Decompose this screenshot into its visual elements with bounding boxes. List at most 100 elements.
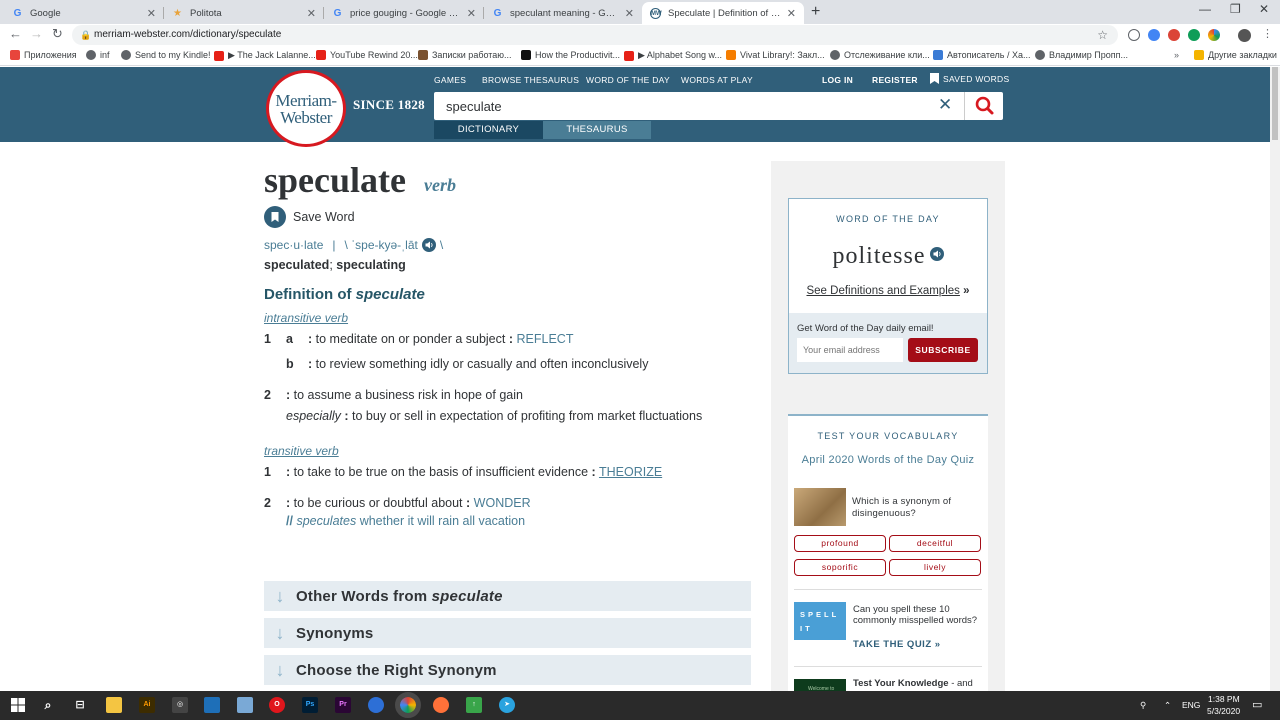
- tab-thesaurus[interactable]: THESAURUS: [543, 121, 651, 139]
- premiere-icon[interactable]: Pr: [335, 697, 351, 713]
- close-tab-icon[interactable]: ✕: [467, 7, 476, 20]
- bookmark-item[interactable]: Отслеживание кли...: [830, 50, 930, 60]
- save-word-button[interactable]: Save Word: [264, 206, 355, 228]
- tray-chevron-icon[interactable]: ⌃: [1164, 700, 1171, 711]
- bookmark-item[interactable]: How the Productivit...: [521, 50, 620, 60]
- page-scrollbar[interactable]: [1270, 67, 1280, 691]
- extension-icon[interactable]: [1148, 29, 1160, 41]
- quiz-option[interactable]: lively: [889, 559, 981, 576]
- bookmark-item[interactable]: Владимир Пропп...: [1035, 50, 1128, 60]
- register-link[interactable]: REGISTER: [872, 75, 918, 85]
- subscribe-button[interactable]: SUBSCRIBE: [908, 338, 978, 362]
- back-icon[interactable]: ←: [9, 26, 22, 41]
- close-tab-icon[interactable]: ✕: [625, 7, 634, 20]
- synonym-link-theorize[interactable]: THEORIZE: [599, 465, 662, 479]
- close-tab-icon[interactable]: ✕: [307, 7, 316, 20]
- extension-icon[interactable]: [1188, 29, 1200, 41]
- notifications-icon[interactable]: ▭: [1252, 698, 1262, 711]
- email-input[interactable]: [797, 338, 903, 362]
- wotd-see-definitions-link[interactable]: See Definitions and Examples »: [789, 285, 987, 297]
- new-tab-button[interactable]: +: [811, 3, 820, 21]
- scrollbar-thumb[interactable]: [1272, 67, 1278, 140]
- torrent-icon[interactable]: ↑: [466, 697, 482, 713]
- nav-browse-thesaurus[interactable]: BROWSE THESAURUS: [482, 75, 579, 85]
- speaker-icon[interactable]: [421, 238, 436, 252]
- chrome-menu-icon[interactable]: ⋮: [1262, 27, 1273, 40]
- bookmark-item[interactable]: Vivat Library!: Закл...: [726, 50, 825, 60]
- language-indicator[interactable]: ENG: [1182, 700, 1200, 710]
- app-icon[interactable]: [204, 697, 220, 713]
- wotd-word[interactable]: politesse: [789, 243, 987, 270]
- accordion-synonyms[interactable]: ↓ Synonyms: [264, 618, 751, 648]
- chrome-icon[interactable]: [395, 692, 421, 718]
- search-input[interactable]: [446, 96, 926, 116]
- intransitive-verb-label[interactable]: intransitive verb: [264, 311, 348, 325]
- bookmark-item[interactable]: Send to my Kindle!: [121, 50, 211, 60]
- camera-app-icon[interactable]: ◎: [172, 697, 188, 713]
- browser-tab-active[interactable]: MW Speculate | Definition of Specula ✕: [642, 2, 804, 24]
- people-icon[interactable]: ⚲: [1140, 700, 1146, 711]
- forward-icon[interactable]: →: [30, 26, 43, 41]
- login-link[interactable]: LOG IN: [822, 75, 853, 85]
- synonym-link-reflect[interactable]: REFLECT: [517, 332, 574, 346]
- extension-icon[interactable]: [1208, 29, 1220, 41]
- nav-word-of-the-day[interactable]: WORD OF THE DAY: [586, 75, 670, 85]
- bookmark-item[interactable]: YouTube Rewind 20...: [316, 50, 418, 60]
- search-icon[interactable]: ⌕: [40, 697, 56, 713]
- clock-time[interactable]: 1:38 PM: [1208, 694, 1240, 704]
- search-button[interactable]: [964, 92, 1003, 120]
- browser-tab[interactable]: ★ Politota ✕: [164, 2, 324, 24]
- vocab-quiz-title[interactable]: April 2020 Words of the Day Quiz: [788, 454, 988, 466]
- opera-icon[interactable]: O: [269, 697, 285, 713]
- saved-words-link[interactable]: SAVED WORDS: [930, 73, 1009, 84]
- accordion-other-words[interactable]: ↓ Other Words from speculate: [264, 581, 751, 611]
- close-tab-icon[interactable]: ✕: [787, 7, 796, 20]
- illustrator-icon[interactable]: Ai: [139, 697, 155, 713]
- bookmark-item[interactable]: Автописатель / Ха...: [933, 50, 1031, 60]
- browser-tab[interactable]: G price gouging - Google Search ✕: [324, 2, 484, 24]
- quiz-option[interactable]: deceitful: [889, 535, 981, 552]
- firefox-icon[interactable]: [433, 697, 449, 713]
- close-window-icon[interactable]: ✕: [1259, 2, 1269, 16]
- clear-search-icon[interactable]: ✕: [938, 95, 952, 115]
- accordion-choose-right-synonym[interactable]: ↓ Choose the Right Synonym: [264, 655, 751, 685]
- bookmark-folder[interactable]: Другие закладки: [1194, 50, 1277, 60]
- synonym-link-wonder[interactable]: WONDER: [474, 496, 531, 510]
- windows-start-icon[interactable]: [10, 697, 26, 713]
- bookmark-item[interactable]: ▶ Alphabet Song w...: [624, 50, 722, 61]
- file-explorer-icon[interactable]: [106, 697, 122, 713]
- close-tab-icon[interactable]: ✕: [147, 7, 156, 20]
- restore-icon[interactable]: ❐: [1230, 2, 1241, 16]
- knowledge-quiz-tile[interactable]: Welcome to: [794, 679, 846, 691]
- browser-app-icon[interactable]: [368, 697, 384, 713]
- part-of-speech[interactable]: verb: [424, 175, 456, 196]
- nav-words-at-play[interactable]: WORDS AT PLAY: [681, 75, 753, 85]
- task-view-icon[interactable]: ⊟: [72, 697, 88, 713]
- take-the-quiz-link[interactable]: TAKE THE QUIZ »: [853, 639, 941, 650]
- reload-icon[interactable]: ↻: [52, 26, 63, 42]
- profile-avatar[interactable]: [1238, 29, 1251, 42]
- browser-tab[interactable]: G speculant meaning - Google Sea ✕: [484, 2, 642, 24]
- quiz-option[interactable]: soporific: [794, 559, 886, 576]
- bookmark-item[interactable]: ▶ The Jack Lalanne...: [214, 50, 316, 61]
- url-field[interactable]: 🔒 merriam-webster.com/dictionary/specula…: [72, 25, 1118, 45]
- browser-tab[interactable]: G Google ✕: [4, 2, 164, 24]
- spell-it-tile[interactable]: SPELL IT: [794, 602, 846, 640]
- bookmark-star-icon[interactable]: ☆: [1097, 25, 1108, 45]
- bookmark-item[interactable]: Приложения: [10, 50, 77, 60]
- clock-date[interactable]: 5/3/2020: [1207, 706, 1240, 716]
- nav-games[interactable]: GAMES: [434, 75, 466, 85]
- bookmark-item[interactable]: Записки работаю...: [418, 50, 512, 60]
- extension-icon[interactable]: [1168, 29, 1180, 41]
- telegram-icon[interactable]: ➤: [499, 697, 515, 713]
- photoshop-icon[interactable]: Ps: [302, 697, 318, 713]
- quiz-option[interactable]: profound: [794, 535, 886, 552]
- transitive-verb-label[interactable]: transitive verb: [264, 444, 339, 458]
- notes-app-icon[interactable]: [237, 697, 253, 713]
- pocket-extension-icon[interactable]: [1128, 29, 1140, 41]
- minimize-icon[interactable]: —: [1199, 2, 1211, 16]
- speaker-icon[interactable]: [929, 247, 944, 261]
- more-bookmarks-icon[interactable]: »: [1174, 50, 1179, 60]
- bookmark-item[interactable]: inf: [86, 50, 110, 60]
- tab-dictionary[interactable]: DICTIONARY: [434, 121, 543, 139]
